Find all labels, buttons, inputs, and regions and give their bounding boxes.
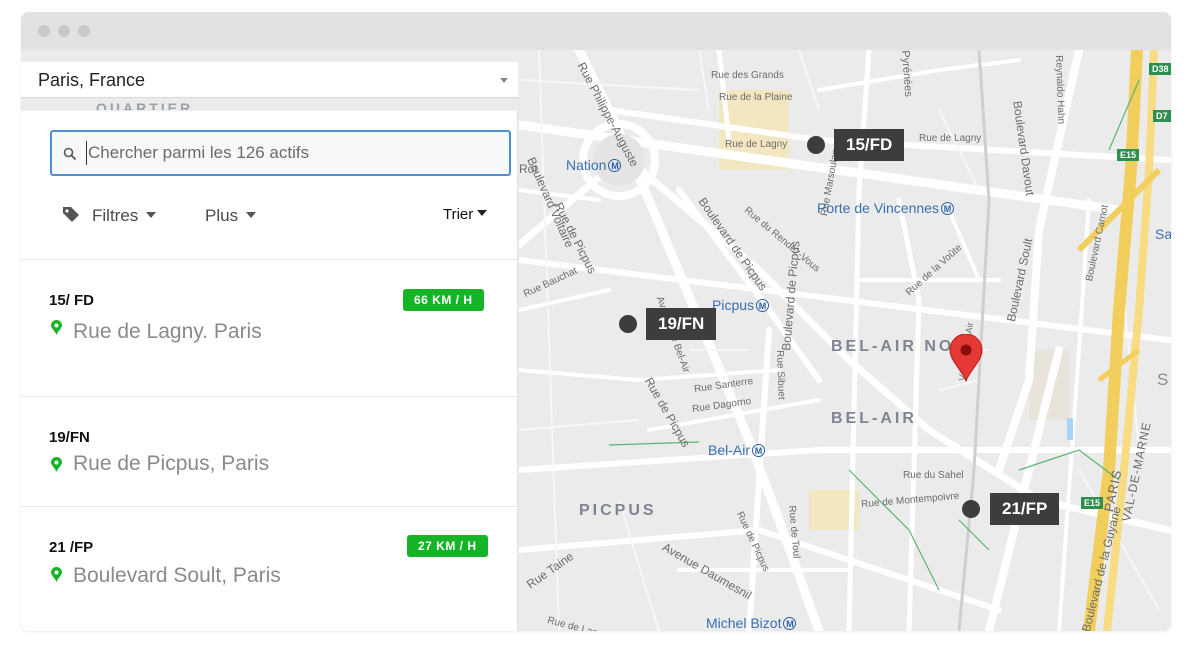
location-value: Paris, France [38, 70, 146, 90]
asset-marker-label[interactable]: 21/FP [990, 493, 1060, 525]
search-icon [63, 147, 77, 161]
location-selector[interactable]: Paris, France [21, 62, 518, 98]
chevron-down-icon [146, 212, 157, 218]
district-label-picpus: PICPUS [579, 502, 657, 519]
asset-address: Rue de Picpus, Paris [73, 452, 270, 475]
chevron-down-icon [500, 78, 508, 83]
road-shield: E15 [1081, 497, 1104, 509]
metro-icon: M [756, 299, 770, 312]
map-area-label: Sa [1155, 226, 1171, 242]
metro-icon: M [608, 159, 622, 172]
speed-badge: 27 KM / H [407, 535, 488, 557]
asset-id: 21 /FP [49, 539, 94, 556]
more-button[interactable]: Plus [205, 206, 257, 226]
street-label: Rot [519, 162, 538, 176]
asset-id: 15/ FD [49, 292, 95, 309]
district-label-quartier: QUARTIER [96, 100, 194, 110]
station-name: Picpus [712, 297, 755, 313]
title-bar [21, 12, 1171, 50]
window-maximize-button[interactable] [78, 25, 90, 37]
filters-button[interactable]: Filtres [61, 206, 157, 226]
search-box[interactable] [50, 130, 511, 176]
chevron-down-icon [246, 212, 257, 218]
speed-badge: 66 KM / H [403, 289, 484, 311]
map-pin-icon [51, 320, 62, 335]
street-label: Rue de Lagny [725, 139, 788, 150]
station-nation[interactable]: Nation M [566, 157, 622, 173]
sort-button[interactable]: Trier [443, 206, 488, 223]
asset-address: Boulevard Soult, Paris [73, 564, 281, 587]
station-porte-de-vincennes[interactable]: Porte de Vincennes M [817, 200, 954, 216]
filters-label: Filtres [92, 206, 139, 225]
street-label: Reynaldo Hahn [1053, 55, 1067, 125]
asset-marker-dot[interactable] [807, 136, 825, 154]
asset-list-panel: Filtres Plus Trier 15/ FD 66 KM / H Rue … [21, 111, 518, 631]
filter-row: Filtres Plus Trier [21, 206, 518, 236]
station-picpus[interactable]: Picpus M [712, 297, 770, 313]
map-view[interactable]: Boulevard Voltaire Rue Philippe-Auguste … [519, 50, 1171, 631]
metro-icon: M [940, 202, 954, 215]
road-shield: D7 [1153, 110, 1171, 122]
street-label: Rue Sibuet [774, 350, 787, 400]
browser-window: Boulevard Voltaire Rue Philippe-Auguste … [21, 12, 1171, 631]
asset-marker-label[interactable]: 19/FN [646, 308, 717, 340]
road-shield: E15 [1117, 149, 1140, 161]
station-bel-air[interactable]: Bel-Air M [708, 442, 766, 458]
asset-marker-label[interactable]: 15/FD [834, 129, 905, 161]
map-pin-icon [51, 567, 62, 582]
district-label-bel-air: BEL-AIR [831, 410, 917, 427]
street-label: Rue de la Plaine [719, 92, 793, 103]
asset-address: Rue de Lagny. Paris [73, 320, 262, 343]
street-label: Rue de Lagny [919, 133, 982, 144]
window-minimize-button[interactable] [58, 25, 70, 37]
asset-list-item[interactable]: 15/ FD 66 KM / H Rue de Lagny. Paris [21, 259, 518, 396]
street-label: Rue du Sahel [903, 470, 964, 481]
sort-label: Trier [443, 206, 474, 223]
asset-list-item[interactable]: 19/FN Rue de Picpus, Paris [21, 396, 518, 506]
station-michel-bizot[interactable]: Michel Bizot M [706, 615, 797, 631]
tag-icon [63, 207, 79, 222]
station-name: Michel Bizot [706, 615, 782, 631]
asset-marker-dot[interactable] [619, 315, 637, 333]
chevron-down-icon [477, 210, 488, 216]
street-label: Rue des Grands [711, 70, 784, 81]
map-pin-icon [51, 457, 62, 472]
metro-icon: M [752, 444, 766, 457]
asset-list-item[interactable]: 21 /FP 27 KM / H Boulevard Soult, Paris [21, 506, 518, 631]
map-area-label: Sa [1157, 370, 1171, 389]
asset-marker-dot[interactable] [962, 500, 980, 518]
station-name: Bel-Air [708, 442, 751, 458]
window-close-button[interactable] [38, 25, 50, 37]
search-input[interactable] [86, 141, 498, 165]
metro-icon: M [783, 617, 797, 630]
station-name: Nation [566, 157, 607, 173]
asset-id: 19/FN [49, 429, 90, 446]
road-shield: D38 [1149, 63, 1171, 75]
more-label: Plus [205, 206, 239, 225]
selected-location-pin-icon[interactable] [949, 334, 983, 382]
station-name: Porte de Vincennes [817, 200, 939, 216]
